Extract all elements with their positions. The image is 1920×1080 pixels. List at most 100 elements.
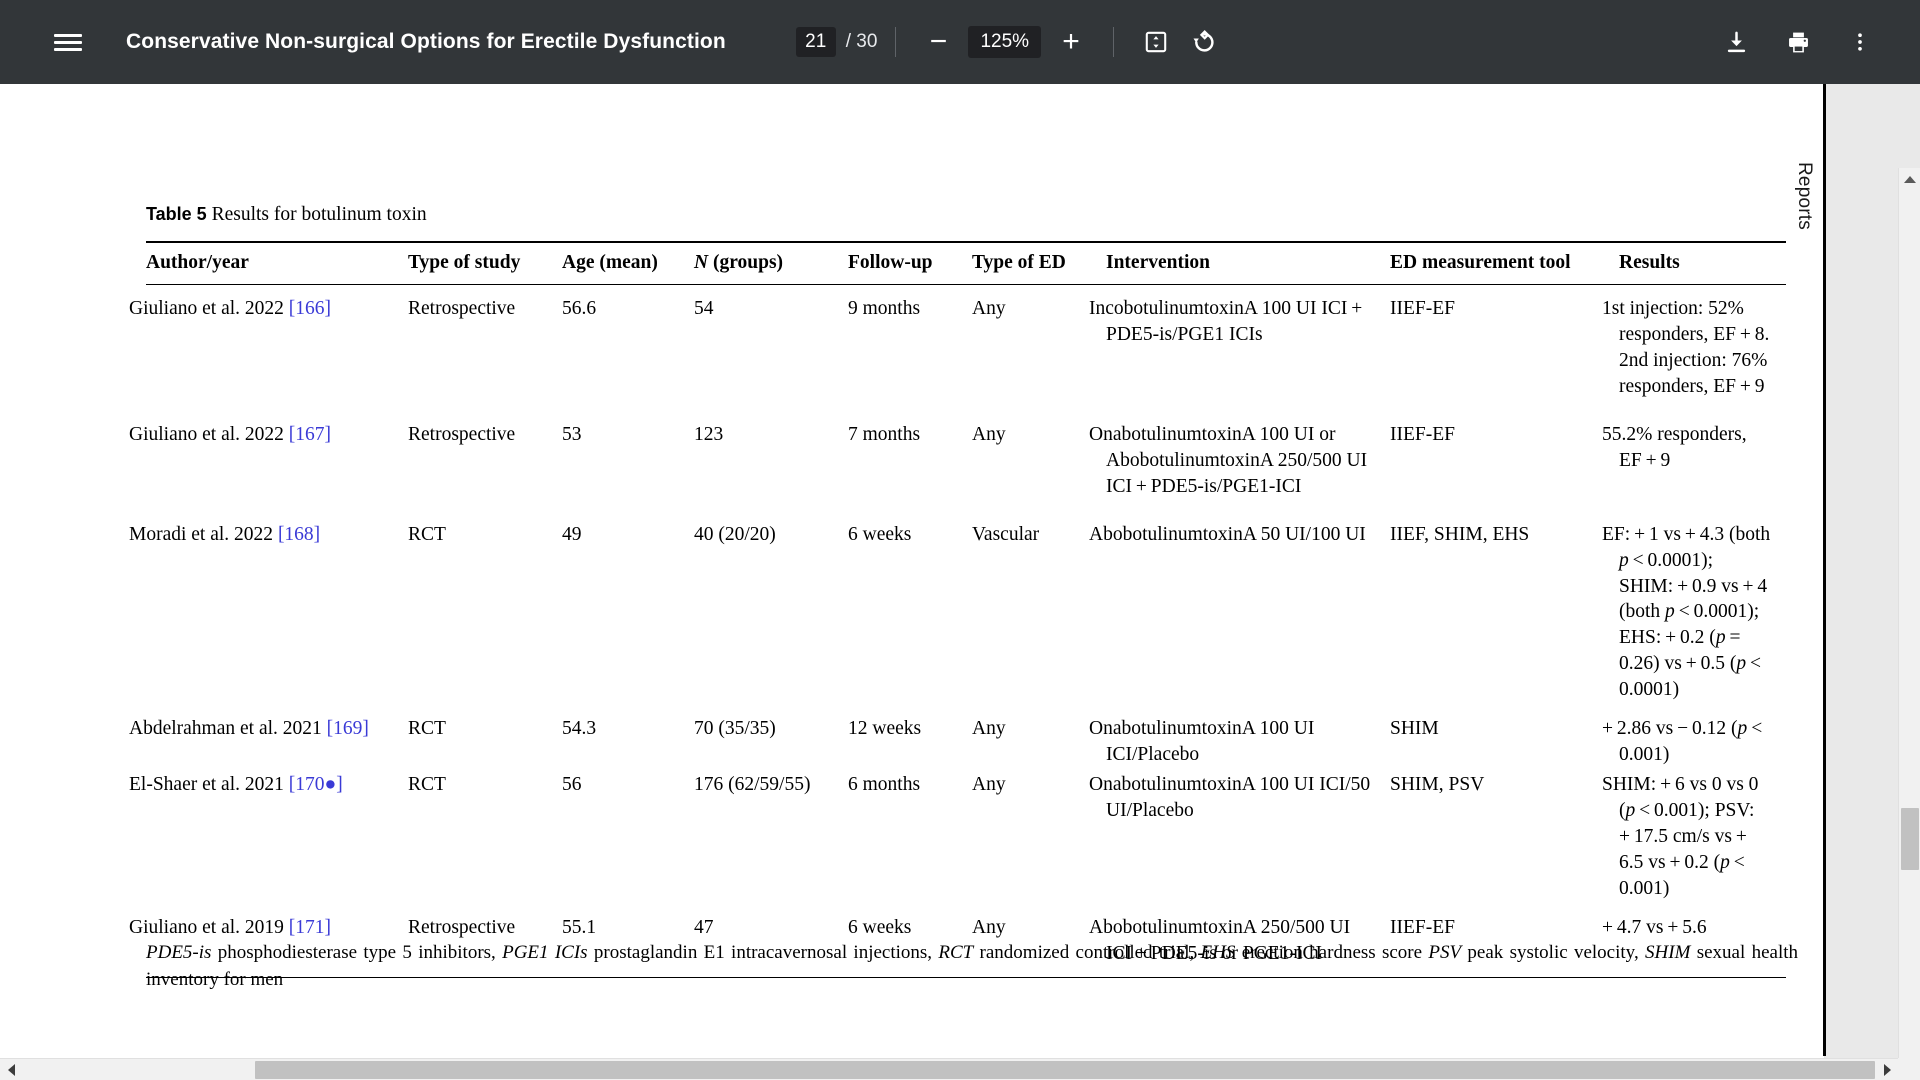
cell-age-mean: 56.6 [562, 298, 597, 320]
cell-author-year: Abdelrahman et al. 2021 [169] [129, 718, 369, 740]
results-table: Author/year Type of study Age (mean) N (… [129, 241, 1786, 978]
table-caption-text: Results for botulinum toxin [211, 204, 427, 225]
scroll-up-arrow-icon[interactable] [1899, 168, 1920, 190]
citation-link[interactable]: [171] [289, 917, 331, 938]
cell-follow-up: 6 weeks [848, 523, 912, 545]
table-body: Giuliano et al. 2022 [166] Retrospective 5… [129, 285, 1786, 978]
column-header-age-mean: Age (mean) [562, 241, 694, 286]
cell-measurement-tool: IIEF-EF [1390, 423, 1455, 445]
toolbar-divider [895, 27, 897, 57]
cell-author-year: Giuliano et al. 2022 [166] [129, 298, 332, 320]
footnote-text: erection hardness score [1235, 942, 1429, 963]
column-header-type-of-ed: Type of ED [972, 241, 1106, 286]
footnote-text: peak systolic velocity, [1461, 942, 1646, 963]
vertical-scrollbar-thumb[interactable] [1901, 808, 1919, 870]
table-caption-label: Table 5 [146, 204, 207, 224]
triangle-right [1883, 1064, 1891, 1076]
footnote-text: phosphodiesterase type 5 inhibitors, [211, 942, 503, 963]
pdf-page-21: Reports Table 5 Results for botulinum to… [0, 84, 1826, 1080]
cell-type-of-ed: Any [972, 298, 1006, 320]
table-5-block: Table 5 Results for botulinum toxin Auth… [129, 202, 1786, 979]
citation-link[interactable]: [166] [289, 298, 331, 319]
cell-type-of-study: RCT [408, 523, 446, 545]
n-italic: N [694, 252, 709, 274]
footnote-abbrev: EHS [1200, 942, 1236, 963]
scroll-right-arrow-icon[interactable] [1876, 1059, 1898, 1080]
triangle-up [1904, 175, 1916, 183]
cell-type-of-ed: Vascular [972, 523, 1040, 545]
page-column-rule [1823, 84, 1826, 1056]
cell-n-groups: 123 [694, 423, 724, 445]
table-row: Giuliano et al. 2022 [167] Retrospective 5… [129, 411, 1786, 511]
print-icon[interactable] [1774, 18, 1822, 66]
cell-type-of-study: Retrospective [408, 423, 516, 445]
cell-age-mean: 54.3 [562, 718, 597, 740]
column-header-intervention: Intervention [1106, 241, 1390, 286]
rotate-counterclockwise-icon[interactable] [1180, 18, 1228, 66]
footnote-abbrev: PGE1 ICIs [502, 942, 588, 963]
cell-age-mean: 53 [562, 423, 582, 445]
cell-results: + 2.86 vs − 0.12 (p < 0.001) [1602, 718, 1767, 766]
download-icon[interactable] [1712, 18, 1760, 66]
cell-type-of-study: RCT [408, 718, 446, 740]
cell-measurement-tool: IIEF, SHIM, EHS [1390, 523, 1530, 545]
column-header-ed-measurement-tool: ED measurement tool [1390, 241, 1619, 286]
table-header: Author/year Type of study Age (mean) N (… [146, 241, 1786, 286]
cell-follow-up: 6 months [848, 774, 921, 796]
horizontal-scrollbar[interactable] [0, 1058, 1898, 1080]
cell-results: SHIM: + 6 vs 0 vs 0 (p < 0.001); PSV: + … [1602, 774, 1759, 899]
table-row: El-Shaer et al. 2021 [170●] RCT 56 176 (62/… [129, 770, 1786, 904]
cell-type-of-ed: Any [972, 774, 1006, 796]
table-row: Abdelrahman et al. 2021 [169] RCT 54.3 70 (… [129, 714, 1786, 770]
cell-follow-up: 7 months [848, 423, 921, 445]
hamburger-menu-icon[interactable] [44, 18, 92, 66]
pdf-viewer-area[interactable]: Reports Table 5 Results for botulinum to… [0, 84, 1920, 1080]
footnote-abbrev: PSV [1428, 942, 1462, 963]
cell-n-groups: 54 [694, 298, 714, 320]
cell-n-groups: 70 (35/35) [694, 718, 776, 740]
cell-follow-up: 9 months [848, 298, 921, 320]
footnote-text: prostaglandin E1 intracavernosal injecti… [587, 942, 939, 963]
cell-n-groups: 40 (20/20) [694, 523, 776, 545]
table-header-row: Author/year Type of study Age (mean) N (… [146, 241, 1786, 286]
zoom-out-button[interactable]: − [914, 18, 962, 66]
zoom-level-display[interactable]: 125% [968, 26, 1042, 58]
cell-intervention: OnabotulinumtoxinA 100 UI ICI/Placebo [1089, 718, 1315, 766]
cell-author-year: Giuliano et al. 2022 [167] [129, 423, 332, 445]
cell-follow-up: 12 weeks [848, 718, 922, 740]
horizontal-scrollbar-thumb[interactable] [255, 1061, 1875, 1079]
fit-to-page-icon[interactable] [1132, 18, 1180, 66]
citation-link[interactable]: [167] [289, 424, 331, 445]
cell-measurement-tool: SHIM, PSV [1390, 774, 1485, 796]
cell-intervention: OnabotulinumtoxinA 100 UI or Abobotulinu… [1089, 423, 1368, 497]
page-navigation-controls: 21 / 30 [795, 26, 877, 58]
scroll-left-arrow-icon[interactable] [0, 1059, 22, 1080]
toolbar-right-actions [1698, 18, 1898, 66]
cell-type-of-study: RCT [408, 774, 446, 796]
column-header-author-year: Author/year [146, 241, 408, 286]
zoom-in-button[interactable]: + [1047, 18, 1095, 66]
citation-link[interactable]: [168] [278, 524, 320, 545]
cell-type-of-study: Retrospective [408, 298, 516, 320]
cell-author-year: Moradi et al. 2022 [168] [129, 523, 321, 545]
more-vertical-icon[interactable] [1836, 18, 1884, 66]
plus-icon: + [1062, 25, 1080, 58]
cell-type-of-ed: Any [972, 423, 1006, 445]
citation-link[interactable]: [170●] [289, 774, 343, 795]
footnote-text: randomized controlled trial, [973, 942, 1201, 963]
current-page-input[interactable]: 21 [795, 26, 836, 58]
toolbar-divider [1113, 27, 1115, 57]
vertical-scrollbar[interactable] [1898, 168, 1920, 1080]
citation-link[interactable]: [169] [327, 718, 369, 739]
column-header-type-of-study: Type of study [408, 241, 562, 286]
pdf-viewer-toolbar: Conservative Non-surgical Options for Er… [0, 0, 1920, 84]
column-header-results: Results [1619, 241, 1786, 286]
n-rest: (groups) [708, 252, 784, 274]
table-row: Giuliano et al. 2022 [166] Retrospective 5… [129, 285, 1786, 411]
cell-intervention: IncobotulinumtoxinA 100 UI ICI + PDE5-is… [1089, 298, 1367, 346]
footnote-abbrev: SHIM [1645, 942, 1691, 963]
footnote-abbrev: RCT [938, 942, 974, 963]
cell-author-year: El-Shaer et al. 2021 [170●] [129, 774, 343, 796]
table-footnote: PDE5-is phosphodiesterase type 5 inhibit… [146, 940, 1798, 994]
cell-results: 1st injection: 52% responders, EF + 8. 2… [1602, 298, 1770, 398]
